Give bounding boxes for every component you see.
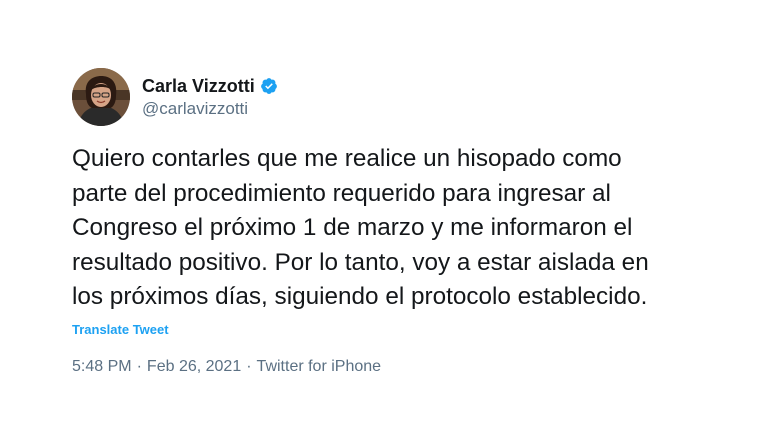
tweet-header: Carla Vizzotti @carlavizzotti (72, 68, 278, 126)
meta-separator: · (246, 358, 252, 375)
tweet-date[interactable]: Feb 26, 2021 (147, 358, 241, 376)
translate-tweet-link[interactable]: Translate Tweet (72, 322, 169, 337)
author-handle[interactable]: @carlavizzotti (142, 99, 278, 119)
verified-badge-icon (260, 77, 278, 95)
author-identity: Carla Vizzotti @carlavizzotti (142, 75, 278, 119)
tweet-metadata: 5:48 PM · Feb 26, 2021 · Twitter for iPh… (72, 358, 381, 376)
author-display-name[interactable]: Carla Vizzotti (142, 76, 255, 97)
tweet-card: Carla Vizzotti @carlavizzotti Quiero con… (0, 0, 768, 432)
tweet-source[interactable]: Twitter for iPhone (257, 358, 382, 376)
meta-separator: · (136, 358, 142, 375)
profile-photo-icon (72, 68, 130, 126)
avatar[interactable] (72, 68, 130, 126)
name-row: Carla Vizzotti (142, 75, 278, 97)
tweet-time[interactable]: 5:48 PM (72, 358, 132, 376)
tweet-body-text: Quiero contarles que me realice un hisop… (72, 145, 649, 310)
